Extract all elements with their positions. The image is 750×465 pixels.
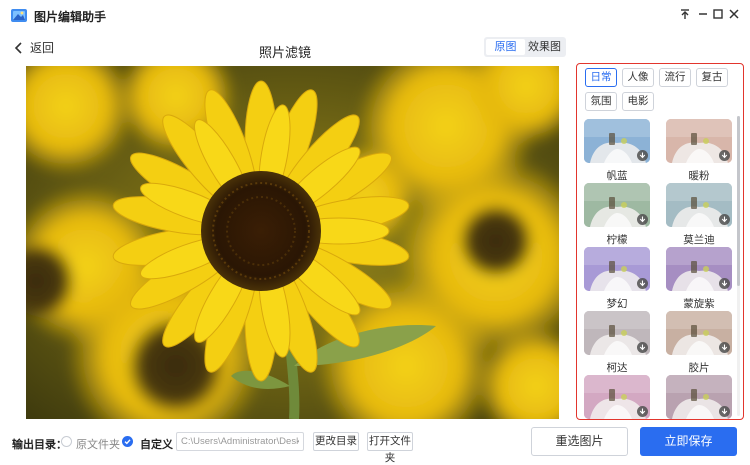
photo-preview — [26, 66, 559, 419]
close-button[interactable] — [727, 6, 741, 22]
filter-item[interactable] — [666, 375, 732, 419]
maximize-button[interactable] — [711, 6, 725, 22]
filter-item[interactable]: 帆蓝 — [584, 119, 650, 183]
download-icon[interactable] — [719, 342, 730, 353]
download-icon[interactable] — [637, 150, 648, 161]
view-toggle: 原图 效果图 — [484, 37, 566, 57]
filter-item[interactable]: 柯达 — [584, 311, 650, 375]
category-atmosphere[interactable]: 氛围 — [585, 92, 617, 111]
filter-thumbnail — [584, 183, 650, 227]
radio-original-folder[interactable] — [61, 436, 72, 447]
filter-label: 胶片 — [688, 362, 710, 374]
category-portrait[interactable]: 人像 — [622, 68, 654, 87]
filter-panel: 日常 人像 流行 复古 氛围 电影 帆蓝 暖粉柠檬 莫兰迪梦幻 蒙旋紫柯达 胶片 — [576, 63, 744, 420]
sunflower-center — [201, 171, 321, 291]
maximize-icon — [713, 9, 723, 19]
filter-item[interactable]: 柠檬 — [584, 183, 650, 247]
tab-original[interactable]: 原图 — [486, 39, 525, 55]
filter-thumbnail — [584, 311, 650, 355]
download-icon[interactable] — [637, 214, 648, 225]
check-circle-icon — [124, 439, 131, 445]
save-now-button[interactable]: 立即保存 — [640, 427, 737, 456]
filter-thumbnail — [666, 183, 732, 227]
category-movie[interactable]: 电影 — [622, 92, 654, 111]
minimize-icon — [699, 13, 707, 15]
filter-item[interactable]: 胶片 — [666, 311, 732, 375]
filter-scrollbar[interactable] — [737, 116, 740, 416]
close-icon — [729, 9, 739, 19]
filter-item[interactable]: 暖粉 — [666, 119, 732, 183]
output-dir-label: 输出目录： — [12, 439, 67, 451]
filter-item[interactable]: 梦幻 — [584, 247, 650, 311]
radio-original-folder-label: 原文件夹 — [76, 439, 120, 451]
category-row-1: 日常 人像 流行 复古 — [585, 68, 728, 87]
category-row-2: 氛围 电影 — [585, 92, 654, 111]
tab-effect[interactable]: 效果图 — [525, 39, 564, 55]
category-popular[interactable]: 流行 — [659, 68, 691, 87]
filter-label: 暖粉 — [688, 170, 710, 182]
app-title: 图片编辑助手 — [34, 10, 107, 24]
download-icon[interactable] — [637, 342, 648, 353]
filter-label: 柯达 — [606, 362, 628, 374]
filter-thumbnail — [584, 375, 650, 419]
filter-thumbnail — [666, 311, 732, 355]
filter-item[interactable]: 蒙旋紫 — [666, 247, 732, 311]
pin-button[interactable] — [678, 6, 692, 22]
filter-scrollbar-thumb[interactable] — [737, 116, 740, 286]
filter-thumbnail — [584, 119, 650, 163]
radio-custom-label: 自定义 — [140, 439, 173, 451]
filter-label: 莫兰迪 — [683, 234, 715, 246]
download-icon[interactable] — [637, 278, 648, 289]
filter-label: 梦幻 — [606, 298, 628, 310]
filter-thumbnail — [584, 247, 650, 291]
app-logo-icon — [11, 9, 27, 22]
download-icon[interactable] — [719, 150, 730, 161]
filter-thumbnail — [666, 247, 732, 291]
filter-label: 柠檬 — [606, 234, 628, 246]
download-icon[interactable] — [719, 214, 730, 225]
category-daily[interactable]: 日常 — [585, 68, 617, 87]
title-bar: 图片编辑助手 — [0, 0, 750, 30]
radio-custom[interactable] — [122, 436, 133, 447]
output-path-input[interactable] — [176, 432, 304, 451]
filter-label: 蒙旋紫 — [683, 298, 715, 310]
sunflower-photo — [26, 66, 559, 419]
filter-thumbnail — [666, 119, 732, 163]
category-retro[interactable]: 复古 — [696, 68, 728, 87]
minimize-button[interactable] — [696, 6, 710, 22]
download-icon[interactable] — [719, 278, 730, 289]
open-folder-button[interactable]: 打开文件夹 — [367, 432, 413, 464]
download-icon[interactable] — [637, 406, 648, 417]
change-dir-button[interactable]: 更改目录 — [313, 432, 359, 451]
pin-icon — [681, 9, 689, 19]
download-icon[interactable] — [719, 406, 730, 417]
reselect-image-button[interactable]: 重选图片 — [531, 427, 628, 456]
filter-item[interactable]: 莫兰迪 — [666, 183, 732, 247]
filter-thumbnail — [666, 375, 732, 419]
filter-item[interactable] — [584, 375, 650, 419]
filter-label: 帆蓝 — [606, 170, 628, 182]
